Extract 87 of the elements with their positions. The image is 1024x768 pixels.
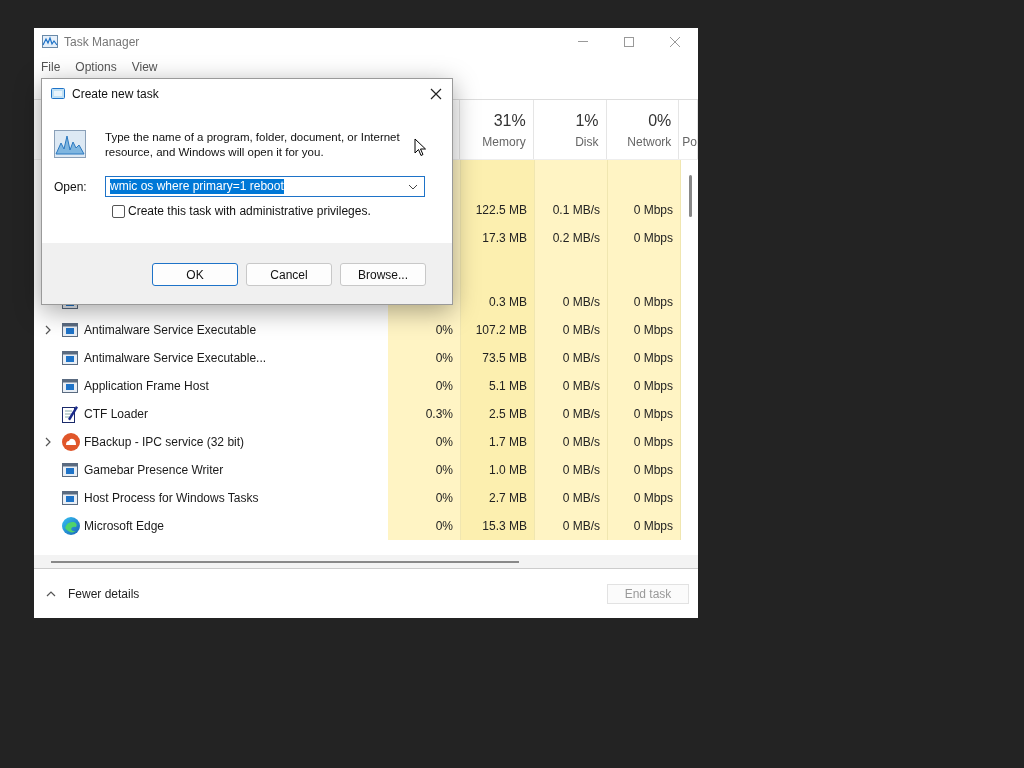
disk-cell: 0 MB/s <box>535 428 608 456</box>
cloud-icon <box>62 433 80 451</box>
admin-checkbox[interactable] <box>112 204 125 218</box>
cpu-cell: 0.3% <box>388 400 461 428</box>
column-header[interactable]: 31% Memory <box>459 100 534 159</box>
cpu-cell: 0% <box>388 344 461 372</box>
dialog-button[interactable]: Browse... <box>340 263 426 286</box>
process-name: Antimalware Service Executable... <box>84 350 267 367</box>
disk-cell: 0.2 MB/s <box>535 224 608 252</box>
cpu-cell: 0% <box>388 428 461 456</box>
disk-cell: 0 MB/s <box>535 512 608 540</box>
process-name: Gamebar Presence Writer <box>84 462 224 479</box>
memory-cell: 107.2 MB <box>461 316 535 344</box>
window-icon <box>62 379 78 393</box>
menu-item[interactable]: File <box>41 57 61 76</box>
selected-text: wmic os where primary=1 reboot <box>110 179 284 194</box>
window-icon <box>62 491 78 505</box>
chevron-right-icon[interactable] <box>43 437 53 447</box>
window-icon <box>62 463 78 477</box>
memory-cell: 2.5 MB <box>461 400 535 428</box>
network-cell: 0 Mbps <box>608 288 681 316</box>
disk-cell: 0 MB/s <box>535 316 608 344</box>
column-header[interactable]: 0% Network <box>606 100 680 159</box>
activity-chart-icon <box>54 130 86 158</box>
cpu-cell: 0% <box>388 372 461 400</box>
memory-cell: 1.0 MB <box>461 456 535 484</box>
maximize-icon[interactable] <box>624 36 634 47</box>
dialog-message: Type the name of a program, folder, document, or Internet resource, and Windows will open it for you. <box>105 130 401 160</box>
process-name: Application Frame Host <box>84 378 209 395</box>
process-name: Microsoft Edge <box>84 518 165 535</box>
window-icon <box>62 323 78 337</box>
network-cell: 0 Mbps <box>608 512 681 540</box>
process-name: CTF Loader <box>84 406 149 423</box>
process-name: Antimalware Service Executable <box>84 322 257 339</box>
memory-cell: 17.3 MB <box>461 224 535 252</box>
memory-cell: 122.5 MB <box>461 196 535 224</box>
memory-cell: 5.1 MB <box>461 372 535 400</box>
window-title: Task Manager <box>64 33 140 51</box>
checkbox-label: Create this task with administrative privileges. <box>128 203 371 220</box>
notepad-pen-icon <box>62 405 78 423</box>
open-label: Open: <box>54 178 88 196</box>
process-name: FBackup - IPC service (32 bit) <box>84 434 245 451</box>
disk-cell: 0 MB/s <box>535 484 608 512</box>
open-combobox[interactable]: wmic os where primary=1 reboot <box>105 176 425 197</box>
window-icon <box>62 351 78 365</box>
scrollbar-thumb[interactable] <box>689 175 692 217</box>
disk-cell: 0 MB/s <box>535 372 608 400</box>
cpu-cell: 0% <box>388 316 461 344</box>
mouse-cursor-icon <box>414 138 427 157</box>
window-icon <box>51 88 65 99</box>
menu-item[interactable]: View <box>131 57 158 76</box>
cpu-cell: 0% <box>388 484 461 512</box>
menu-item[interactable]: Options <box>75 57 117 76</box>
network-cell: 0 Mbps <box>608 456 681 484</box>
network-cell: 0 Mbps <box>608 344 681 372</box>
memory-cell: 73.5 MB <box>461 344 535 372</box>
fewer-details-button[interactable]: Fewer details <box>46 584 140 603</box>
activity-chart-icon <box>42 35 58 48</box>
network-cell: 0 Mbps <box>608 484 681 512</box>
network-cell: 0 Mbps <box>608 196 681 224</box>
disk-cell: 0 MB/s <box>535 288 608 316</box>
close-icon[interactable] <box>430 87 442 100</box>
cpu-cell: 0% <box>388 456 461 484</box>
memory-cell: 15.3 MB <box>461 512 535 540</box>
process-name: Host Process for Windows Tasks <box>84 490 259 507</box>
disk-cell: 0.1 MB/s <box>535 196 608 224</box>
disk-cell: 0 MB/s <box>535 456 608 484</box>
horizontal-scrollbar-thumb[interactable] <box>51 560 519 563</box>
network-cell: 0 Mbps <box>608 428 681 456</box>
column-header[interactable]: Po <box>679 100 698 159</box>
chevron-down-icon[interactable] <box>408 183 418 190</box>
column-header[interactable]: 1% Disk <box>533 100 607 159</box>
cpu-cell: 0% <box>388 512 461 540</box>
memory-cell: 1.7 MB <box>461 428 535 456</box>
chevron-right-icon[interactable] <box>43 325 53 335</box>
dialog-button[interactable]: Cancel <box>246 263 332 286</box>
disk-cell: 0 MB/s <box>535 344 608 372</box>
memory-cell: 2.7 MB <box>461 484 535 512</box>
memory-cell: 0.3 MB <box>461 288 535 316</box>
network-cell: 0 Mbps <box>608 224 681 252</box>
network-cell: 0 Mbps <box>608 316 681 344</box>
network-cell: 0 Mbps <box>608 400 681 428</box>
browser-icon <box>62 517 80 535</box>
network-cell: 0 Mbps <box>608 372 681 400</box>
disk-cell: 0 MB/s <box>535 400 608 428</box>
dialog-button[interactable]: OK <box>152 263 238 286</box>
dialog-title: Create new task <box>72 85 159 103</box>
